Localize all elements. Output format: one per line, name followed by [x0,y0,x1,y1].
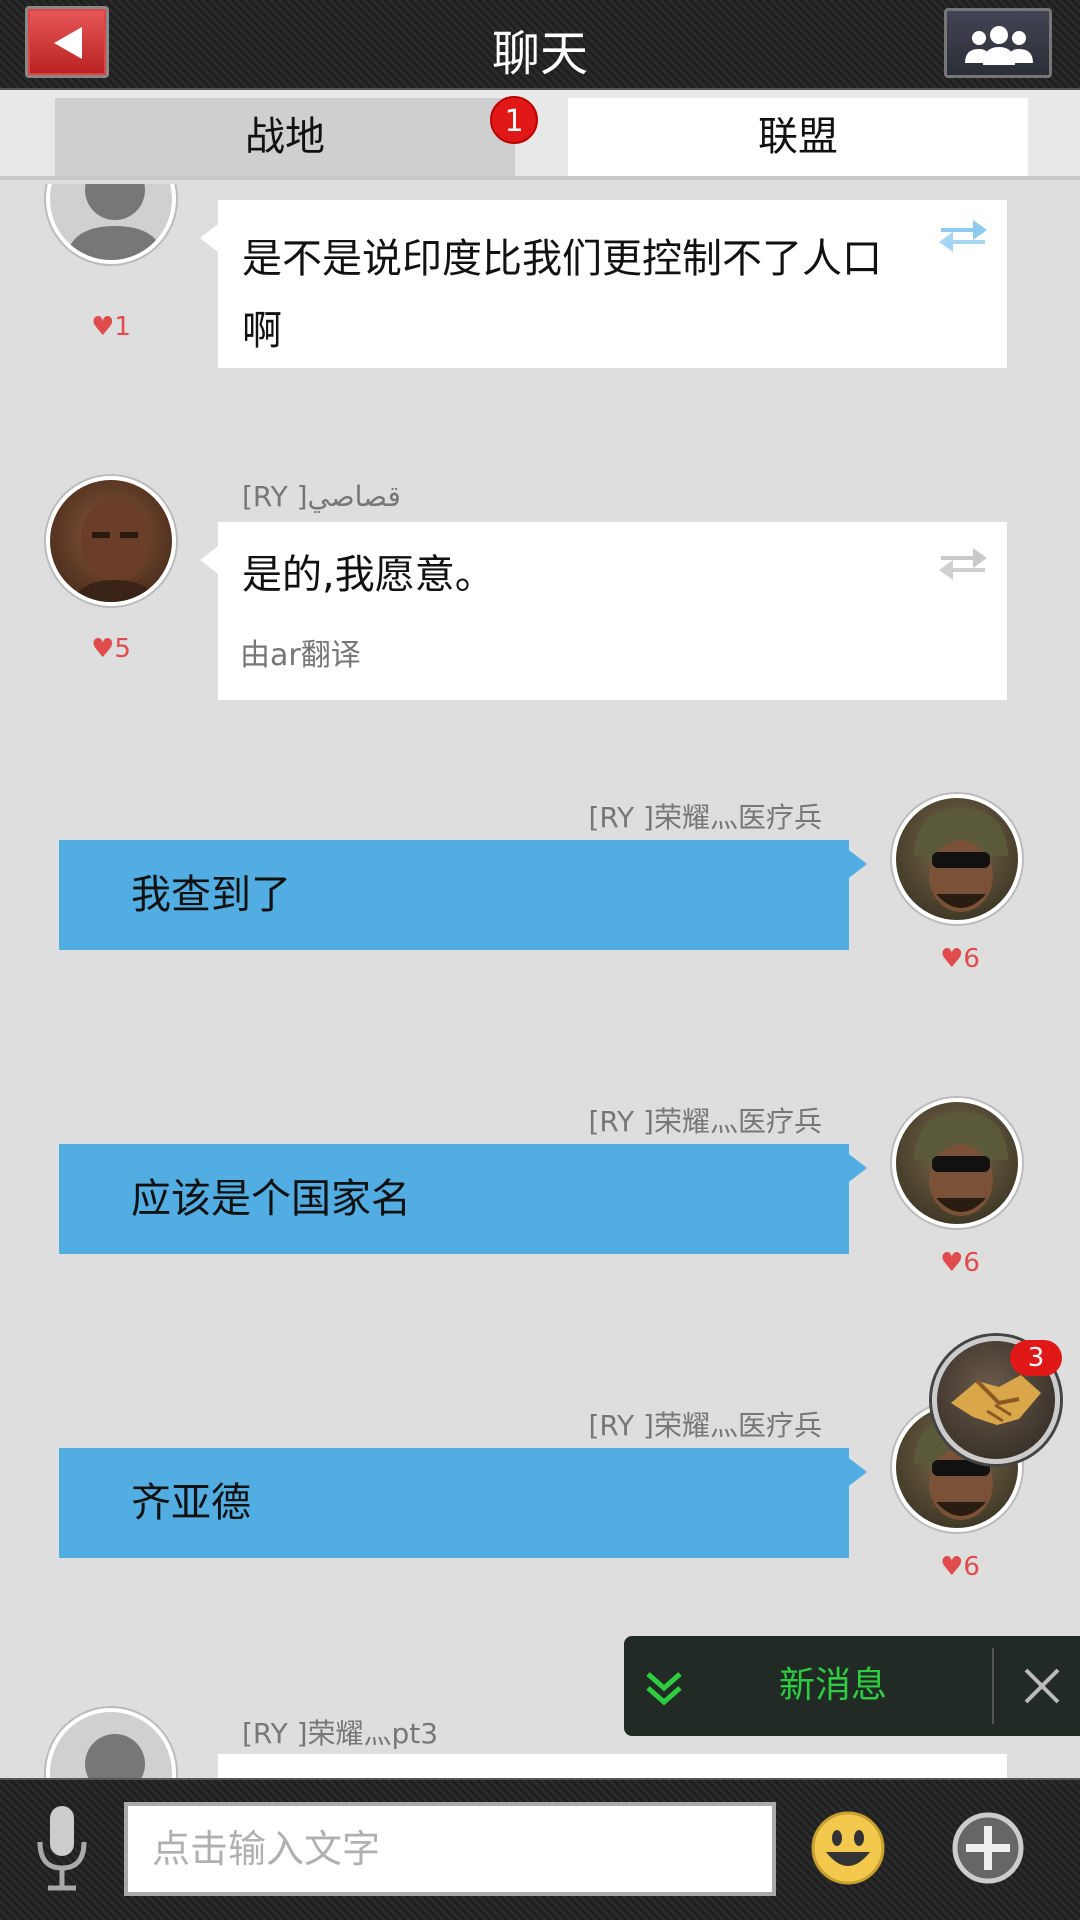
soldier-portrait-icon [72,498,158,602]
message-text: 是不是说印度比我们更控制不了人口 [242,236,882,282]
avatar[interactable] [892,794,1022,924]
input-bar [0,1778,1080,1920]
message-bubble[interactable]: 齐亚德 [59,1448,867,1558]
likes-count: ♥1 [91,312,131,342]
page-title: 聊天 [491,26,588,82]
soldier-portrait-icon [914,808,1008,912]
battlefield-unread-badge: 1 [490,96,538,144]
tab-battlefield[interactable]: 战地 [55,98,515,176]
message-bubble[interactable]: 应该是个国家名 [59,1144,867,1254]
message-bubble[interactable] [218,1754,1007,1778]
chat-list[interactable]: ♥1 是不是说印度比我们更控制不了人口 啊 ♥5 [RY ]قصاصي 是的,我… [0,184,1080,1778]
group-members-button[interactable] [944,8,1052,78]
default-avatar-icon [65,184,165,260]
avatar[interactable] [46,476,176,606]
close-icon[interactable] [1020,1664,1064,1708]
new-message-label: 新消息 [779,1665,888,1706]
sender-name: [RY ]قصاصي [242,480,401,513]
message-text: 啊 [242,308,282,354]
new-message-toast[interactable]: 新消息 [624,1636,1080,1736]
avatar[interactable] [46,184,176,264]
message-bubble[interactable]: 我查到了 [59,840,867,950]
tab-bar: 战地 1 联盟 [0,90,1080,180]
sender-name: [RY ]荣耀灬pt3 [242,1717,439,1750]
toast-divider [992,1648,994,1724]
double-chevron-down-icon [646,1672,682,1706]
message-bubble[interactable]: 是不是说印度比我们更控制不了人口 啊 [200,200,1007,368]
likes-count: ♥6 [940,1248,980,1278]
alliance-help-badge: 3 [1010,1340,1062,1376]
message-input[interactable] [124,1802,776,1896]
translation-note: 由ar翻译 [240,638,361,673]
avatar[interactable] [892,1098,1022,1228]
message-text: 是的,我愿意。 [242,552,495,598]
default-avatar-icon [85,1734,145,1778]
microphone-icon[interactable] [34,1802,90,1894]
translate-icon[interactable] [937,214,989,254]
translate-icon[interactable] [937,542,989,582]
tab-alliance[interactable]: 联盟 [568,98,1028,176]
top-bar: 聊天 [0,0,1080,90]
sender-name: [RY ]荣耀灬医疗兵 [588,801,822,834]
message-text: 齐亚德 [131,1480,251,1526]
emoji-icon[interactable] [810,1810,886,1886]
message-text: 应该是个国家名 [131,1176,411,1222]
add-attachment-icon[interactable] [950,1810,1026,1886]
message-text: 我查到了 [131,872,291,918]
likes-count: ♥5 [91,634,131,664]
avatar[interactable] [46,1708,176,1778]
sender-name: [RY ]荣耀灬医疗兵 [588,1409,822,1442]
likes-count: ♥6 [940,944,980,974]
group-icon [965,26,1033,65]
likes-count: ♥6 [940,1552,980,1582]
sender-name: [RY ]荣耀灬医疗兵 [588,1105,822,1138]
soldier-portrait-icon [914,1112,1008,1216]
message-bubble[interactable]: 是的,我愿意。 由ar翻译 [200,522,1007,700]
